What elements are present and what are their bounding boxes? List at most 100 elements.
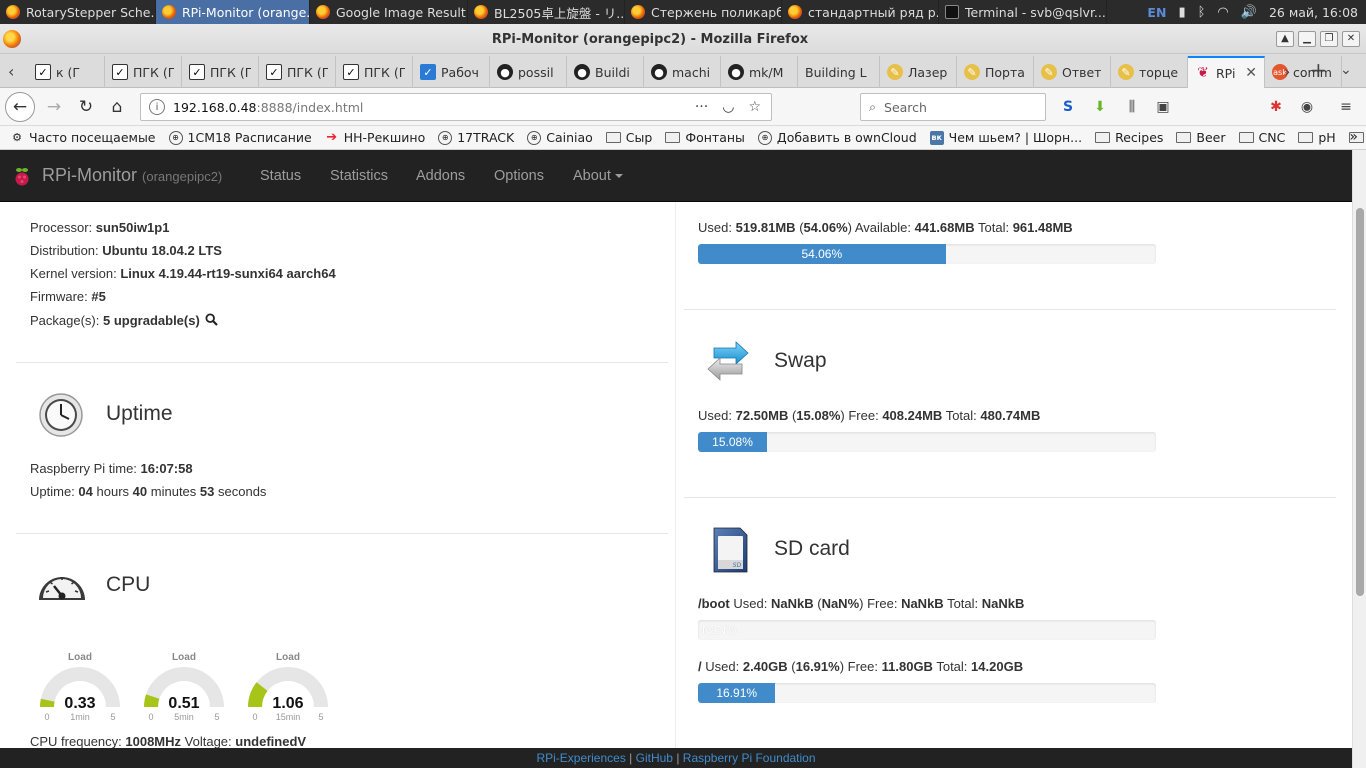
scrollbar-thumb[interactable] bbox=[1356, 208, 1364, 596]
menu-hamburger-icon[interactable]: ≡ bbox=[1336, 97, 1356, 117]
bookmark-item[interactable]: Beer bbox=[1176, 130, 1226, 145]
keyboard-layout-indicator[interactable]: EN bbox=[1147, 5, 1166, 20]
bookmarks-overflow-icon[interactable]: » bbox=[1349, 129, 1358, 145]
browser-tab[interactable]: ✓ Рабоч bbox=[413, 56, 490, 88]
taskbar-item[interactable]: Terminal - svb@qslvr... bbox=[939, 0, 1107, 24]
nav-about[interactable]: About bbox=[573, 168, 623, 184]
nav-options[interactable]: Options bbox=[494, 168, 544, 184]
browser-tab[interactable]: ✓ ПГК (Г bbox=[259, 56, 336, 88]
browser-tab[interactable]: ● mk/M bbox=[721, 56, 798, 88]
color-extension-icon[interactable]: ✱ bbox=[1266, 97, 1286, 117]
nav-addons[interactable]: Addons bbox=[416, 168, 465, 184]
tabs-scroll-right-icon[interactable]: › bbox=[1284, 62, 1290, 81]
tab-label: Рабоч bbox=[441, 64, 479, 80]
clock[interactable]: 26 май, 16:08 bbox=[1269, 5, 1358, 20]
bookmark-item[interactable]: Recipes bbox=[1095, 130, 1163, 145]
search-input[interactable]: ⌕ Search bbox=[860, 93, 1046, 121]
packages-label: Package(s): bbox=[30, 313, 100, 328]
taskbar-item[interactable]: BL2505卓上旋盤 - リ... bbox=[468, 0, 625, 24]
swap-progress: 15.08% bbox=[698, 432, 1156, 452]
bluetooth-icon[interactable]: ᛒ bbox=[1198, 5, 1206, 20]
bookmark-item[interactable]: CNC bbox=[1238, 130, 1285, 145]
browser-tab[interactable]: ❦ RPi ✕ bbox=[1188, 56, 1265, 88]
bookmark-item[interactable]: ⊕ 17TRACK bbox=[438, 130, 514, 145]
footer-link-github[interactable]: GitHub bbox=[636, 751, 673, 765]
bookmark-item[interactable]: ⊕ 1CM18 Расписание bbox=[168, 130, 312, 145]
browser-tab[interactable]: ✎ Ответ bbox=[1034, 56, 1111, 88]
tab-label: RPi bbox=[1216, 65, 1236, 81]
close-tab-icon[interactable]: ✕ bbox=[1245, 65, 1257, 81]
browser-tab[interactable]: ✓ ПГК (Г bbox=[105, 56, 182, 88]
distribution-line: Distribution: Ubuntu 18.04.2 LTS bbox=[30, 243, 222, 258]
bookmark-item[interactable]: ⚙ Часто посещаемые bbox=[10, 130, 155, 145]
rpi-brand[interactable]: RPi-Monitor (orangepipc2) bbox=[42, 165, 222, 186]
window-close-button[interactable]: ✕ bbox=[1342, 31, 1360, 47]
rpi-brand-host: (orangepipc2) bbox=[142, 169, 223, 184]
uptime-title: Uptime bbox=[106, 402, 173, 425]
wifi-icon[interactable]: ◠ bbox=[1217, 5, 1228, 20]
page-actions-icon[interactable]: ··· bbox=[695, 99, 708, 115]
browser-tab[interactable]: ✓ ПГК (Г bbox=[336, 56, 413, 88]
new-tab-button[interactable]: + bbox=[1310, 58, 1327, 82]
browser-tab[interactable]: Building L bbox=[798, 56, 880, 88]
browser-tab[interactable]: ask comm bbox=[1265, 56, 1342, 88]
tabs-scroll-left-icon[interactable]: ‹ bbox=[8, 62, 14, 81]
folder-icon bbox=[665, 132, 681, 143]
bookmark-item[interactable]: ➔ НН-Рекшино bbox=[325, 130, 425, 145]
url-bar[interactable]: i 192.168.0.48:8888/index.html ··· ◡ ☆ bbox=[140, 93, 772, 121]
pocket-icon[interactable]: ◡ bbox=[722, 99, 734, 115]
battery-icon[interactable]: ▮ bbox=[1178, 5, 1185, 20]
window-maximize-button[interactable]: ❐ bbox=[1320, 31, 1338, 47]
sdcard-boot-free-label: Free: bbox=[867, 596, 898, 611]
firmware-label: Firmware: bbox=[30, 289, 88, 304]
browser-tab[interactable]: ● possil bbox=[490, 56, 567, 88]
sdcard-boot-progress-text: NaN% bbox=[702, 623, 737, 637]
browser-tab[interactable]: ✎ торце bbox=[1111, 56, 1188, 88]
nav-statistics[interactable]: Statistics bbox=[330, 168, 388, 184]
taskbar-item[interactable]: RPi-Monitor (orange... bbox=[156, 0, 310, 24]
page-scrollbar[interactable] bbox=[1352, 150, 1366, 768]
bookmark-label: Recipes bbox=[1115, 130, 1164, 145]
nav-status[interactable]: Status bbox=[260, 168, 301, 184]
download-helper-icon[interactable]: ⬇ bbox=[1090, 97, 1110, 117]
gauge-max: 5 bbox=[110, 712, 115, 722]
account-extension-icon[interactable]: ◉ bbox=[1297, 97, 1317, 117]
volume-icon[interactable]: 🔊 bbox=[1241, 5, 1257, 20]
tab-list: ✓ к (Г ✓ ПГК (Г ✓ ПГК (Г ✓ ПГК (Г ✓ ПГК (Г ✓ Рабоч ●… bbox=[28, 56, 1342, 88]
browser-tab[interactable]: ✓ к (Г bbox=[28, 56, 105, 88]
footer-link-raspberry-pi-foundation[interactable]: Raspberry Pi Foundation bbox=[683, 751, 816, 765]
window-minimize-button[interactable]: ▁ bbox=[1298, 31, 1316, 47]
home-button[interactable]: ⌂ bbox=[103, 93, 131, 121]
footer-link-rpi-experiences[interactable]: RPi-Experiences bbox=[536, 751, 625, 765]
taskbar-item[interactable]: RotaryStepper Sche... bbox=[0, 0, 156, 24]
reload-button[interactable]: ↻ bbox=[72, 93, 100, 121]
taskbar-item[interactable]: Стержень поликарб... bbox=[625, 0, 782, 24]
tab-label: ПГК (Г bbox=[364, 64, 405, 80]
browser-tab[interactable]: ✎ Порта bbox=[957, 56, 1034, 88]
search-icon[interactable] bbox=[205, 313, 219, 326]
window-raise-button[interactable]: ▲ bbox=[1276, 31, 1294, 47]
bookmark-item[interactable]: Фонтаны bbox=[665, 130, 745, 145]
site-info-icon[interactable]: i bbox=[149, 99, 165, 115]
distribution-label: Distribution: bbox=[30, 243, 99, 258]
browser-tab[interactable]: ✎ Лазер bbox=[880, 56, 957, 88]
browser-tab[interactable]: ✓ ПГК (Г bbox=[182, 56, 259, 88]
bookmark-item[interactable]: ⊕ Cainiao bbox=[527, 130, 593, 145]
library-icon[interactable]: ⫼ bbox=[1122, 97, 1142, 117]
bookmark-item[interactable]: вк Чем шьем? | Шорн... bbox=[929, 130, 1082, 145]
forward-button[interactable]: → bbox=[40, 93, 68, 121]
bookmark-star-icon[interactable]: ☆ bbox=[748, 99, 761, 115]
taskbar-item[interactable]: Google Image Result... bbox=[310, 0, 468, 24]
taskbar-item[interactable]: стандартный ряд р... bbox=[782, 0, 939, 24]
back-button[interactable]: ← bbox=[5, 92, 35, 122]
extension-s-icon[interactable]: S bbox=[1058, 97, 1078, 117]
cpu-gauge: Load 0.51 0 5min 5 bbox=[144, 652, 224, 722]
browser-tab[interactable]: ● Buildi bbox=[567, 56, 644, 88]
bookmark-item[interactable]: pH bbox=[1298, 130, 1336, 145]
browser-tab[interactable]: ● machi bbox=[644, 56, 721, 88]
sidebar-icon[interactable]: ▣ bbox=[1153, 97, 1173, 117]
bookmark-item[interactable]: Сыр bbox=[605, 130, 652, 145]
tab-list-dropdown-icon[interactable]: ⌄ bbox=[1340, 62, 1352, 78]
bookmark-item[interactable]: ⊕ Добавить в ownCloud bbox=[757, 130, 917, 145]
raspberry-logo-icon bbox=[15, 168, 29, 186]
